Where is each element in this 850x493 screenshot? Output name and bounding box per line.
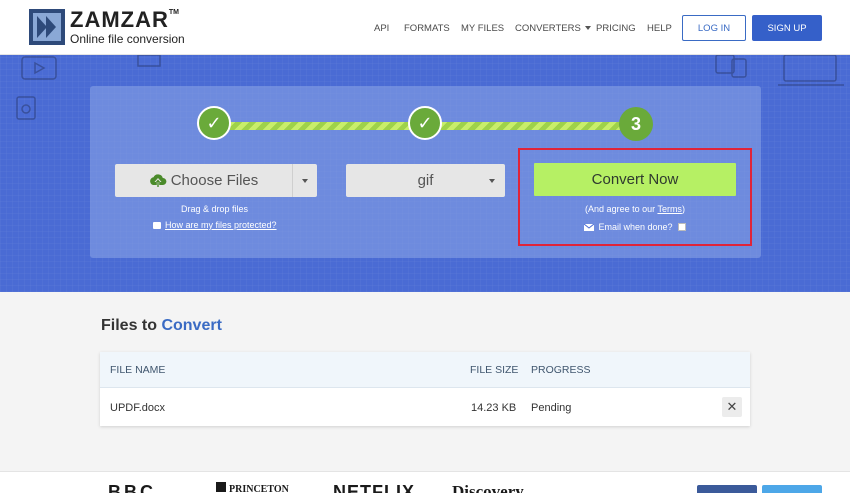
nav-my-files[interactable]: MY FILES: [461, 23, 504, 34]
logo-arrow-icon: [29, 9, 65, 45]
device-doodle-icon: [715, 55, 747, 78]
files-protected-link[interactable]: How are my files protected?: [165, 220, 277, 230]
lock-icon: [153, 222, 161, 229]
signup-button[interactable]: SIGN UP: [752, 15, 822, 41]
files-title-prefix: Files to: [101, 317, 162, 334]
files-to-convert-heading: Files to Convert: [101, 317, 222, 335]
nav-help[interactable]: HELP: [647, 23, 672, 34]
video-doodle-icon: [21, 56, 57, 80]
table-row: UPDF.docx 14.23 KB Pending ✕: [100, 389, 750, 426]
laptop-doodle-icon: [778, 55, 844, 86]
terms-link[interactable]: Terms: [657, 204, 682, 214]
envelope-icon: [584, 223, 595, 231]
email-when-done-checkbox[interactable]: [677, 223, 686, 231]
logo-trademark: TM: [168, 9, 179, 16]
press-logo-princeton: PRINCETON: [216, 482, 289, 493]
nav-api[interactable]: API: [374, 23, 389, 34]
file-size-cell: 14.23 KB: [471, 401, 517, 414]
column-file-name: FILE NAME: [110, 363, 166, 376]
chevron-down-icon: [302, 178, 308, 183]
progress-bar-2-3: [426, 122, 636, 130]
nav-pricing[interactable]: PRICING: [596, 23, 636, 34]
remove-file-button[interactable]: ✕: [722, 397, 742, 417]
email-when-done-label: Email when done?: [598, 222, 673, 232]
choose-files-dropdown[interactable]: [292, 164, 317, 197]
document-doodle-icon: [16, 96, 36, 120]
nav-converters[interactable]: CONVERTERS: [515, 23, 591, 34]
hero-section: ✓ ✓ 3 Choose Files Drag & drop files How…: [0, 55, 850, 292]
step-2-check-icon: ✓: [408, 106, 442, 140]
press-logo-bbc: BBC: [108, 482, 156, 493]
column-file-size: FILE SIZE: [470, 363, 519, 376]
press-logos-strip: BBC PRINCETON NETFLIX Discovery: [0, 471, 850, 493]
step-1-check-icon: ✓: [197, 106, 231, 140]
format-select-value: gif: [417, 172, 434, 189]
twitter-share-button[interactable]: [762, 485, 822, 493]
princeton-label: PRINCETON: [229, 484, 289, 493]
convert-now-button[interactable]: Convert Now: [534, 163, 736, 196]
files-title-accent: Convert: [161, 317, 222, 334]
logo-tagline: Online file conversion: [70, 32, 185, 46]
protection-row: How are my files protected?: [153, 220, 277, 230]
file-name-cell: UPDF.docx: [110, 401, 166, 414]
files-table-header: FILE NAME FILE SIZE PROGRESS: [100, 352, 750, 388]
file-progress-cell: Pending: [531, 401, 572, 414]
format-select[interactable]: gif: [346, 164, 505, 197]
login-button[interactable]: LOG IN: [682, 15, 746, 41]
nav-converters-label: CONVERTERS: [515, 23, 581, 34]
choose-files-label: Choose Files: [170, 172, 259, 189]
chevron-down-icon: [584, 26, 591, 31]
press-logo-netflix: NETFLIX: [333, 482, 415, 493]
files-table: FILE NAME FILE SIZE PROGRESS UPDF.docx 1…: [100, 352, 750, 426]
logo-name: ZAMZAR: [70, 7, 169, 32]
chevron-down-icon: [489, 179, 495, 183]
step-3-number: 3: [619, 107, 653, 141]
facebook-share-button[interactable]: [697, 485, 757, 493]
agree-suffix: ): [681, 204, 685, 214]
cloud-upload-icon: [149, 173, 167, 188]
agree-prefix: (And agree to our: [585, 204, 658, 214]
princeton-shield-icon: [216, 482, 226, 492]
column-progress: PROGRESS: [531, 363, 591, 376]
image-doodle-icon: [137, 55, 161, 67]
nav-formats[interactable]: FORMATS: [404, 23, 450, 34]
progress-bar-1-2: [214, 122, 422, 130]
terms-agreement: (And agree to our Terms): [534, 204, 736, 214]
drag-drop-hint: Drag & drop files: [181, 204, 249, 214]
top-header: ZAMZARTM Online file conversion API FORM…: [0, 0, 850, 55]
zamzar-logo[interactable]: ZAMZARTM Online file conversion: [29, 9, 185, 45]
press-logo-discovery: Discovery: [452, 482, 524, 493]
close-icon: ✕: [726, 399, 738, 414]
choose-files-button[interactable]: Choose Files: [115, 164, 317, 197]
email-when-done-row: Email when done?: [534, 222, 736, 232]
